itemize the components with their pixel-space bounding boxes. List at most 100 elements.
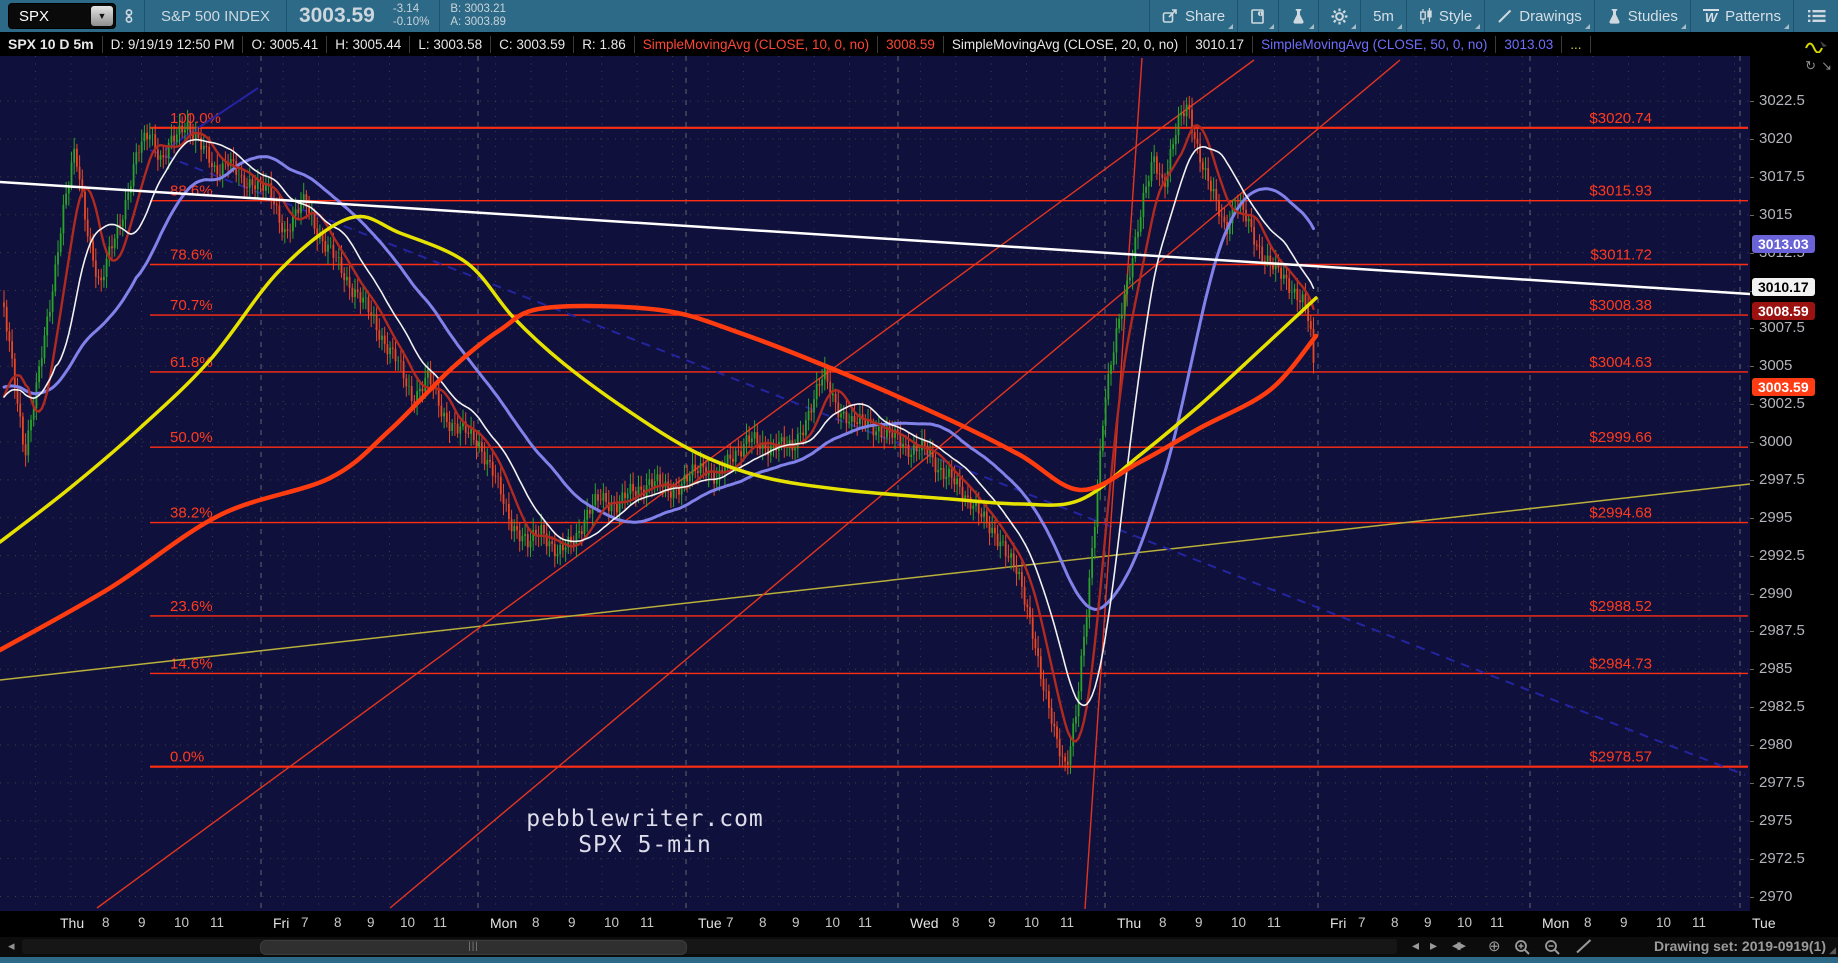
scroll-left-arrow-icon[interactable]: ◂ [8,938,15,954]
toolbar-divider [1360,0,1361,32]
time-axis-day-label: Fri [273,915,289,931]
cursor-arrow-icon[interactable]: ↘ [1821,58,1832,74]
time-axis-hour-label: 9 [138,915,146,930]
draw-line-icon[interactable] [1576,939,1592,954]
price-axis-tickmark [1750,669,1754,670]
toolbar-divider [1278,0,1279,32]
support-line[interactable] [0,484,1750,680]
drawings-button[interactable]: Drawings [1487,0,1592,32]
price-axis-label: 3002.5 [1759,395,1805,412]
interval-button[interactable]: 5m [1363,0,1404,32]
time-axis-hour-label: 7 [726,915,734,930]
chart-area[interactable]: 100.0%$3020.7488.6%$3015.9378.6%$3011.72… [0,56,1750,911]
fib-percent-label: 78.6% [170,247,213,264]
range-value: R: 1.86 [574,36,635,53]
price-axis-tickmark [1750,442,1754,443]
drawing-set-label[interactable]: Drawing set: 2019-0919(1) [1654,938,1826,954]
toolbar-divider [1318,0,1319,32]
menu-button[interactable] [1796,0,1838,32]
time-axis-hour-label: 11 [858,915,872,930]
price-axis-tickmark [1750,556,1754,557]
last-price: 3003.59 [289,4,385,28]
chart-scrollbar-track[interactable]: ||| [22,939,1397,954]
fit-width-icon[interactable]: ◀▶ [1452,939,1463,952]
analyze-button[interactable] [1281,0,1316,32]
zoom-out-icon[interactable] [1544,939,1561,955]
sma20-study-label[interactable]: SimpleMovingAvg (CLOSE, 20, 0, no) [944,36,1187,53]
sma10-study-label[interactable]: SimpleMovingAvg (CLOSE, 10, 0, no) [635,36,878,53]
crosshair-icon[interactable]: ⊕ [1488,937,1501,955]
link-button[interactable] [116,0,142,32]
chevron-down-icon[interactable]: ▼ [91,6,113,26]
notes-button[interactable]: i [1240,0,1276,32]
pencil-icon [1497,8,1513,24]
studies-flask-icon [1607,8,1622,25]
time-axis-hour-label: 10 [1457,915,1472,930]
fib-price-label: $2999.66 [1589,429,1652,446]
time-axis-hour-label: 8 [532,915,540,930]
patterns-button[interactable]: W Patterns [1693,0,1791,32]
price-axis-label: 2995 [1759,509,1792,526]
interval-label: 5m [1373,8,1394,25]
sma50-study-label[interactable]: SimpleMovingAvg (CLOSE, 50, 0, no) [1253,36,1496,53]
time-axis-hour-label: 10 [1231,915,1246,930]
settings-button[interactable] [1321,0,1358,32]
time-axis-hour-label: 9 [568,915,576,930]
downtrend-line[interactable] [0,182,1750,294]
more-studies-ellipsis[interactable]: ... [1562,36,1590,53]
time-axis[interactable]: Thu891011Fri7891011Mon891011Tue7891011We… [0,911,1838,937]
price-axis-tickmark [1750,745,1754,746]
fib-fan-line-3[interactable] [1085,58,1142,909]
reset-scale-icon[interactable]: ↻ [1805,58,1816,74]
time-axis-hour-label: 8 [1391,915,1399,930]
sma50-study-value: 3013.03 [1496,36,1562,53]
time-axis-hour-label: 10 [604,915,619,930]
symbol-input[interactable]: SPX [19,8,49,25]
fib-fan-line-2[interactable] [390,60,1400,908]
price-axis-label: 3020 [1759,130,1792,147]
pattern-w-icon: W [1703,9,1719,24]
price-axis-tickmark [1750,859,1754,860]
zoom-in-icon[interactable] [1514,939,1531,955]
close-value: C: 3003.59 [491,36,574,53]
fib-percent-label: 23.6% [170,598,213,615]
time-axis-hour-label: 9 [988,915,996,930]
fib-price-label: $3020.74 [1589,110,1652,127]
session-datetime: D: 9/19/19 12:50 PM [103,36,244,53]
studies-button[interactable]: Studies [1597,0,1688,32]
chart-scrollbar-thumb[interactable]: ||| [260,940,687,955]
time-axis-hour-label: 11 [210,915,224,930]
price-bubble: 3013.03 [1752,235,1815,253]
chart-title: SPX 10 D 5m [0,36,103,53]
symbol-selector[interactable]: SPX ▼ [8,3,116,29]
fib-price-label: $2994.68 [1589,505,1652,522]
price-axis-label: 3017.5 [1759,168,1805,185]
price-axis-tickmark [1750,594,1754,595]
fib-price-label: $3015.93 [1589,183,1652,200]
price-axis-label: 2990 [1759,585,1792,602]
time-axis-hour-label: 8 [952,915,960,930]
time-axis-hour-label: 7 [301,915,309,930]
share-button[interactable]: Share [1152,0,1235,32]
time-axis-day-label: Mon [490,915,517,931]
window-edge [0,957,1838,963]
price-axis-label: 2970 [1759,888,1792,905]
change-percent: -0.10% [393,16,429,29]
candlestick-style-icon [1419,8,1433,25]
time-axis-hour-label: 9 [792,915,800,930]
chart-status-bar: SPX 10 D 5m D: 9/19/19 12:50 PM O: 3005.… [0,32,1838,56]
pan-left-icon[interactable]: ◂ [1412,937,1419,954]
time-axis-hour-label: 8 [102,915,110,930]
price-axis-label: 2987.5 [1759,622,1805,639]
toolbar-divider [144,0,145,32]
study-edit-shortcut[interactable] [1796,36,1838,53]
price-axis-tickmark [1750,631,1754,632]
price-axis[interactable]: ↻ ↘ 3022.530203017.530153012.530103007.5… [1750,56,1838,911]
time-axis-hour-label: 10 [400,915,415,930]
pan-right-icon[interactable]: ▸ [1430,937,1437,954]
price-chart[interactable]: 100.0%$3020.7488.6%$3015.9378.6%$3011.72… [0,56,1750,911]
time-axis-hour-label: 10 [174,915,189,930]
studies-label: Studies [1628,8,1678,25]
toolbar-divider [1406,0,1407,32]
style-button[interactable]: Style [1409,0,1482,32]
